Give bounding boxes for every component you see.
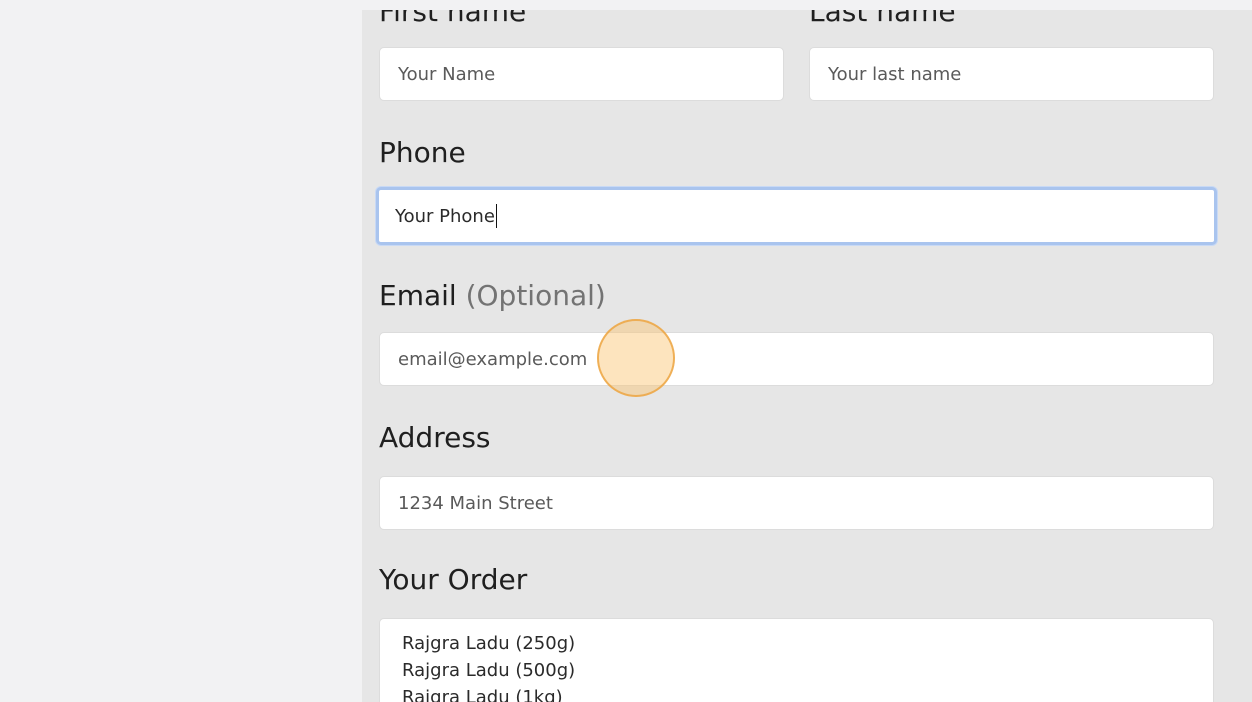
order-item: Rajgra Ladu (250g) — [402, 633, 576, 654]
first-name-placeholder: Your Name — [398, 63, 496, 85]
email-placeholder: email@example.com — [398, 348, 588, 370]
address-label: Address — [379, 421, 491, 454]
email-label: Email (Optional) — [379, 282, 606, 310]
order-item: Rajgra Ladu (500g) — [402, 660, 576, 681]
address-placeholder: 1234 Main Street — [398, 492, 553, 514]
click-indicator — [597, 319, 675, 397]
last-name-input[interactable]: Your last name — [809, 47, 1214, 101]
phone-input[interactable]: Your Phone — [376, 187, 1217, 245]
last-name-placeholder: Your last name — [828, 63, 962, 85]
top-edge-strip — [0, 0, 1252, 10]
phone-value: Your Phone — [395, 205, 495, 227]
email-optional-tag: (Optional) — [465, 279, 606, 312]
order-textarea[interactable]: Rajgra Ladu (250g) Rajgra Ladu (500g) Ra… — [379, 618, 1214, 702]
address-input[interactable]: 1234 Main Street — [379, 476, 1214, 530]
page-left-margin — [0, 0, 362, 702]
order-item: Rajgra Ladu (1kg) — [402, 687, 563, 702]
phone-label: Phone — [379, 136, 466, 169]
first-name-input[interactable]: Your Name — [379, 47, 784, 101]
order-label: Your Order — [379, 563, 528, 596]
email-input[interactable]: email@example.com — [379, 332, 1214, 386]
email-label-text: Email — [379, 279, 457, 312]
text-caret — [495, 204, 497, 228]
order-form: First name Last name Your Name Your last… — [362, 0, 1252, 702]
